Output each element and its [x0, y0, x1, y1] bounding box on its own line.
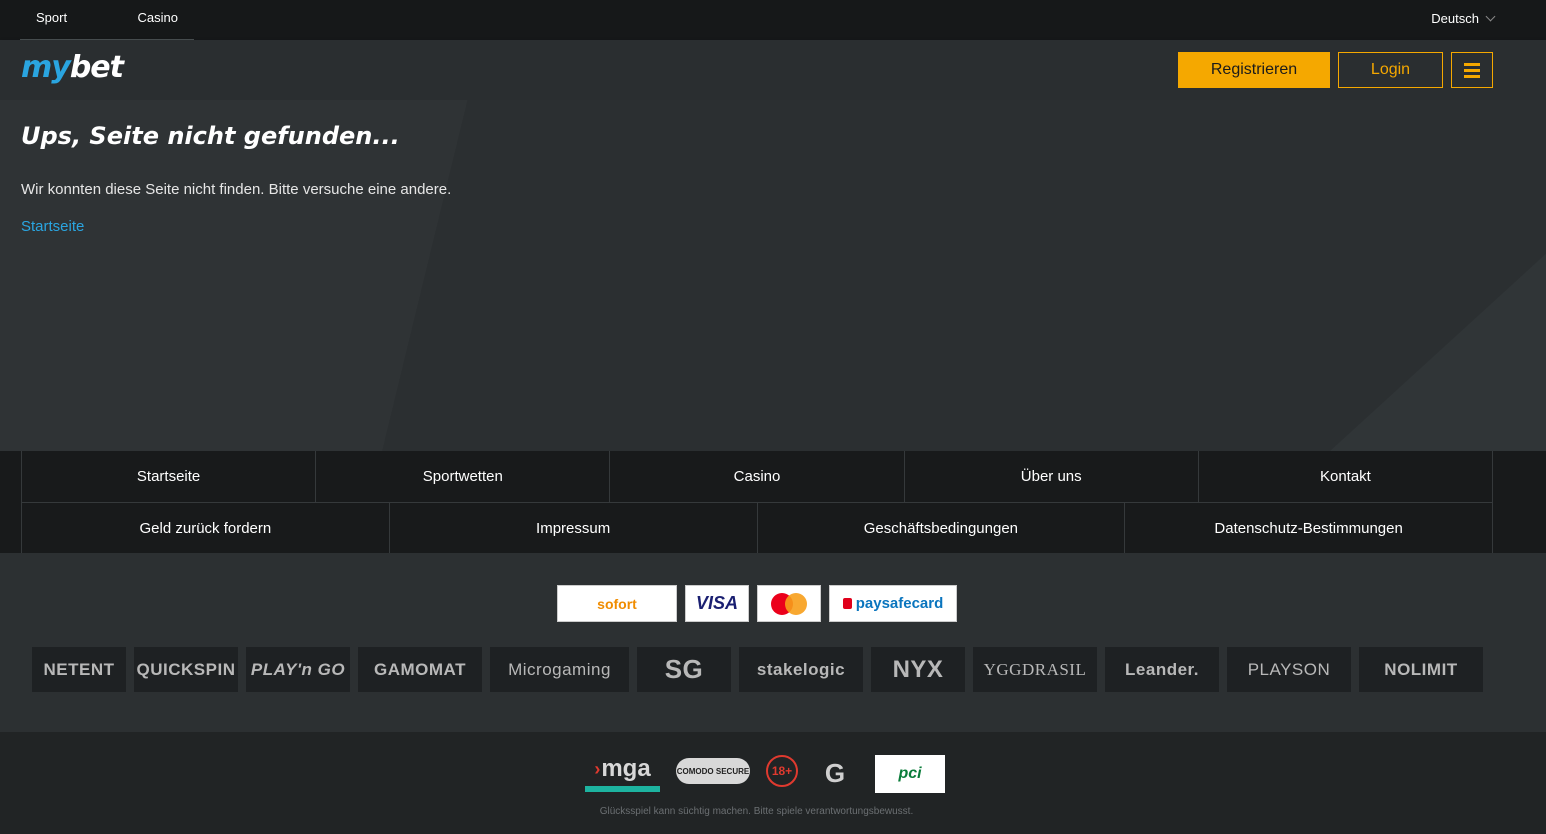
footer-link-sportwetten[interactable]: Sportwetten — [315, 451, 609, 502]
footer-nav-row-2: Geld zurück fordern Impressum Geschäftsb… — [21, 502, 1493, 553]
age-18-badge[interactable]: 18+ — [766, 755, 798, 787]
footer-link-ueber-uns[interactable]: Über uns — [903, 451, 1198, 502]
paysafecard-logo: paysafecard — [829, 585, 957, 622]
logo-my: my — [21, 50, 71, 85]
payment-methods: sofort VISA paysafecard — [0, 585, 1546, 622]
footer-link-agb[interactable]: Geschäftsbedingungen — [756, 503, 1125, 553]
provider-gamomat-logo: GAMOMAT — [358, 647, 482, 692]
footer-nav-row-1: Startseite Sportwetten Casino Über uns K… — [21, 451, 1494, 502]
footer-link-kontakt[interactable]: Kontakt — [1197, 451, 1494, 502]
visa-logo: VISA — [685, 585, 749, 622]
footer-link-impressum[interactable]: Impressum — [388, 503, 757, 553]
top-nav: Sport Betting Casino — [20, 0, 194, 61]
footer-nav: Startseite Sportwetten Casino Über uns K… — [0, 451, 1546, 553]
logo-bet: bet — [69, 50, 124, 85]
provider-microgaming-logo: Microgaming — [490, 647, 629, 692]
header: mybet Registrieren Login — [0, 40, 1546, 100]
chevron-down-icon — [1485, 11, 1496, 21]
provider-nyx-logo: NYX — [871, 647, 965, 692]
provider-playngo-logo: PLAY'n GO — [246, 647, 350, 692]
provider-netent-logo: NETENT — [32, 647, 126, 692]
mga-license-badge[interactable]: › mga — [585, 752, 660, 792]
pci-certified-badge[interactable]: pci — [875, 755, 945, 793]
home-link[interactable]: Startseite — [21, 218, 84, 235]
gamcare-badge[interactable]: G — [816, 753, 854, 793]
mybet-logo[interactable]: mybet — [21, 50, 124, 85]
error-message: Wir konnten diese Seite nicht finden. Bi… — [21, 181, 452, 198]
hamburger-icon[interactable] — [1451, 52, 1493, 88]
footer-link-casino[interactable]: Casino — [609, 451, 903, 502]
sofort-logo: sofort — [557, 585, 677, 622]
top-bar: Sport Betting Casino Deutsch — [0, 0, 1546, 61]
provider-nolimit-logo: NOLIMIT — [1359, 647, 1483, 692]
top-nav-sport-betting[interactable]: Sport Betting — [20, 0, 122, 61]
login-button[interactable]: Login — [1338, 52, 1443, 88]
mga-label: mga — [601, 755, 651, 782]
footer-link-datenschutz[interactable]: Datenschutz-Bestimmungen — [1124, 503, 1493, 553]
footer-link-startseite[interactable]: Startseite — [21, 451, 315, 502]
main-content: Ups, Seite nicht gefunden... Wir konnten… — [0, 100, 1546, 451]
provider-leander-logo: Leander. — [1105, 647, 1219, 692]
top-nav-casino[interactable]: Casino — [122, 0, 194, 39]
comodo-secure-badge[interactable]: COMODO SECURE — [676, 758, 750, 784]
mastercard-logo — [757, 585, 821, 622]
provider-playson-logo: PLAYSON — [1227, 647, 1351, 692]
provider-stakelogic-logo: stakelogic — [739, 647, 863, 692]
language-label: Deutsch — [1431, 11, 1479, 26]
provider-quickspin-logo: QUICKSPIN — [134, 647, 238, 692]
page-title: Ups, Seite nicht gefunden... — [21, 122, 400, 150]
language-selector[interactable]: Deutsch — [1431, 11, 1496, 26]
provider-sg-logo: SG — [637, 647, 731, 692]
lock-icon — [842, 598, 852, 609]
provider-yggdrasil-logo: YGGDRASIL — [973, 647, 1097, 692]
responsible-gambling-disclaimer: Glücksspiel kann süchtig machen. Bitte s… — [599, 806, 914, 817]
register-button[interactable]: Registrieren — [1178, 52, 1330, 88]
paysafecard-label: paysafecard — [855, 595, 944, 612]
footer-link-geld-zurueck[interactable]: Geld zurück fordern — [21, 503, 389, 553]
